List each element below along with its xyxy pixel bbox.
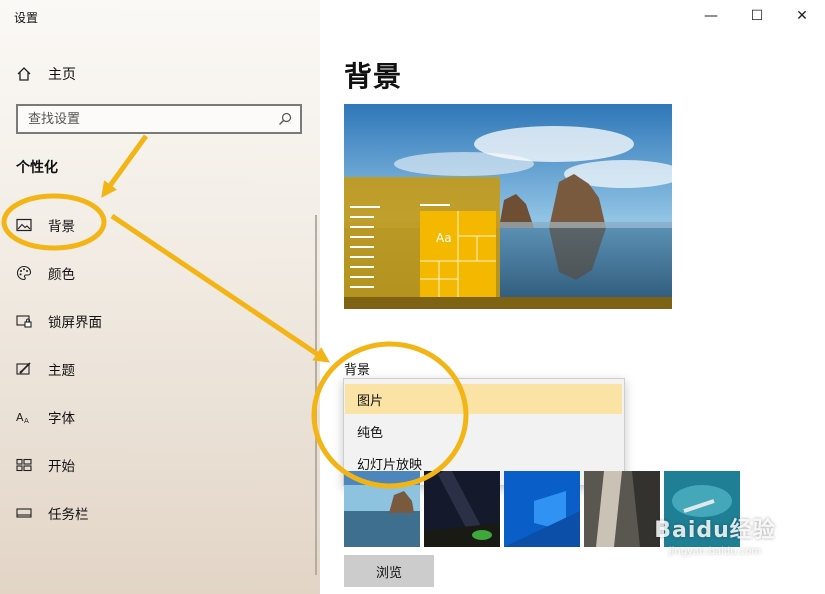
background-preview: Aa bbox=[344, 104, 672, 309]
maximize-button[interactable]: ☐ bbox=[742, 6, 772, 26]
font-icon: AA bbox=[16, 411, 29, 425]
sidebar-item-label: 主页 bbox=[48, 67, 76, 83]
sidebar-item-theme[interactable]: 主题 bbox=[16, 355, 75, 383]
start-grid-icon bbox=[16, 458, 32, 472]
search-input[interactable] bbox=[18, 110, 270, 128]
watermark-url: jingyan.baidu.com bbox=[668, 546, 762, 557]
background-type-label: 背景 bbox=[344, 363, 371, 378]
sidebar-item-background[interactable]: 背景 bbox=[16, 211, 75, 239]
main-panel: — ☐ ✕ 背景 Aa 背景 图片 纯色 幻灯片放映 浏览 Baidu经验 ji… bbox=[320, 0, 825, 594]
sidebar-item-start[interactable]: 开始 bbox=[16, 451, 75, 479]
search-icon[interactable] bbox=[278, 112, 292, 126]
browse-button[interactable]: 浏览 bbox=[344, 555, 434, 587]
sidebar-item-label: 颜色 bbox=[48, 267, 75, 283]
sidebar-item-label: 开始 bbox=[48, 459, 75, 475]
sidebar-item-color[interactable]: 颜色 bbox=[16, 259, 75, 287]
sidebar-item-lock-screen[interactable]: 锁屏界面 bbox=[16, 307, 102, 335]
sidebar-item-label: 任务栏 bbox=[48, 507, 89, 523]
sidebar-item-home[interactable]: 主页 bbox=[16, 60, 76, 88]
minimize-button[interactable]: — bbox=[696, 6, 726, 26]
sidebar-item-taskbar[interactable]: 任务栏 bbox=[16, 499, 89, 527]
dropdown-option-solid-color[interactable]: 纯色 bbox=[345, 416, 622, 446]
search-box[interactable] bbox=[16, 104, 302, 134]
picture-thumbnail[interactable] bbox=[424, 471, 500, 547]
lock-screen-icon bbox=[16, 315, 32, 328]
svg-text:A: A bbox=[24, 417, 29, 425]
section-title: 个性化 bbox=[16, 160, 58, 176]
page-title: 背景 bbox=[344, 60, 403, 93]
picture-thumbnail[interactable] bbox=[344, 471, 420, 547]
palette-icon bbox=[16, 265, 32, 281]
preview-sample-text: Aa bbox=[436, 231, 452, 245]
baidu-watermark: Baidu经验 jingyan.baidu.com bbox=[645, 512, 785, 557]
watermark-logo-text: Baidu经验 bbox=[654, 518, 776, 543]
close-button[interactable]: ✕ bbox=[787, 6, 817, 26]
theme-brush-icon bbox=[16, 362, 31, 375]
sidebar-item-label: 背景 bbox=[48, 219, 75, 235]
image-icon bbox=[16, 218, 32, 232]
sidebar-item-label: 锁屏界面 bbox=[48, 315, 102, 331]
taskbar-icon bbox=[16, 508, 32, 518]
app-title: 设置 bbox=[14, 11, 39, 25]
sidebar-scrollbar[interactable] bbox=[315, 215, 317, 575]
dropdown-option-picture[interactable]: 图片 bbox=[345, 384, 622, 414]
sidebar: 设置 主页 个性化 背景 颜色 锁屏界面 主题 AA 字体 开始 任务栏 bbox=[0, 0, 320, 594]
picture-thumbnail[interactable] bbox=[504, 471, 580, 547]
sidebar-item-label: 字体 bbox=[48, 411, 75, 427]
sidebar-item-label: 主题 bbox=[48, 363, 75, 379]
sidebar-item-font[interactable]: AA 字体 bbox=[16, 403, 75, 431]
svg-text:A: A bbox=[16, 411, 24, 424]
home-icon bbox=[17, 67, 31, 81]
background-type-dropdown[interactable]: 图片 纯色 幻灯片放映 bbox=[343, 378, 625, 486]
